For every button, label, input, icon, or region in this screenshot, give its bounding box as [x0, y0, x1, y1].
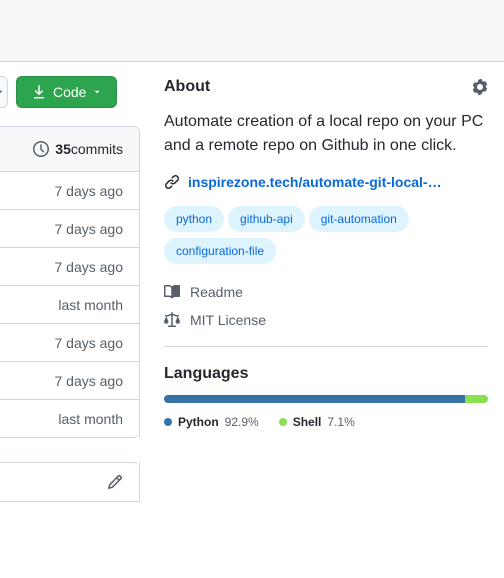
commit-count: 35 [55, 141, 71, 157]
top-bar [0, 0, 504, 62]
languages-heading: Languages [164, 365, 488, 383]
language-item-shell[interactable]: Shell 7.1% [279, 415, 355, 429]
branch-dropdown-fragment[interactable] [0, 76, 8, 108]
file-time: 7 days ago [55, 221, 124, 237]
divider [164, 346, 488, 347]
file-time: last month [58, 297, 123, 313]
readme-edit-row[interactable] [0, 462, 139, 502]
language-segment-python [164, 395, 465, 403]
language-bar [164, 395, 488, 403]
language-item-python[interactable]: Python 92.9% [164, 415, 259, 429]
file-time: last month [58, 411, 123, 427]
topic-tag[interactable]: configuration-file [164, 238, 276, 264]
code-button-label: Code [53, 84, 86, 100]
file-rows: 7 days ago 7 days ago 7 days ago last mo… [0, 172, 140, 438]
about-description: Automate creation of a local repo on you… [164, 110, 488, 158]
pencil-icon [107, 474, 123, 490]
sidebar: About Automate creation of a local repo … [140, 62, 504, 578]
download-icon [31, 84, 47, 100]
link-icon [164, 174, 180, 190]
license-link[interactable]: MIT License [164, 312, 488, 328]
chevron-down-icon [0, 87, 5, 97]
file-time: 7 days ago [55, 373, 124, 389]
about-heading: About [164, 78, 210, 96]
language-name: Python [178, 415, 219, 429]
readme-link[interactable]: Readme [164, 284, 488, 300]
commits-link[interactable]: 35 commits [0, 126, 140, 172]
file-time: 7 days ago [55, 259, 124, 275]
file-row[interactable]: last month [0, 286, 139, 324]
language-dot [279, 418, 287, 426]
language-pct: 7.1% [327, 415, 354, 429]
file-time: 7 days ago [55, 335, 124, 351]
license-label: MIT License [190, 312, 266, 328]
topic-tag[interactable]: github-api [228, 206, 305, 232]
file-time: 7 days ago [55, 183, 124, 199]
topics: python github-api git-automation configu… [164, 206, 488, 264]
law-icon [164, 312, 180, 328]
file-row[interactable]: 7 days ago [0, 324, 139, 362]
website-link[interactable]: inspirezone.tech/automate-git-local-… [188, 174, 442, 190]
file-row[interactable]: 7 days ago [0, 248, 139, 286]
file-row[interactable]: 7 days ago [0, 210, 139, 248]
book-icon [164, 284, 180, 300]
website-link-row: inspirezone.tech/automate-git-local-… [164, 174, 488, 190]
topic-tag[interactable]: git-automation [309, 206, 409, 232]
language-segment-shell [465, 395, 488, 403]
file-row[interactable]: 7 days ago [0, 172, 139, 210]
readme-label: Readme [190, 284, 243, 300]
topic-tag[interactable]: python [164, 206, 224, 232]
code-button[interactable]: Code [16, 76, 117, 108]
file-row[interactable]: last month [0, 400, 139, 438]
language-name: Shell [293, 415, 322, 429]
chevron-down-icon [92, 87, 102, 97]
gear-icon[interactable] [472, 79, 488, 95]
file-row[interactable]: 7 days ago [0, 362, 139, 400]
file-listing-column: Code 35 commits 7 days ago 7 days ago 7 … [0, 62, 140, 578]
language-dot [164, 418, 172, 426]
history-icon [33, 141, 49, 157]
language-pct: 92.9% [225, 415, 259, 429]
commit-label: commits [71, 141, 123, 157]
